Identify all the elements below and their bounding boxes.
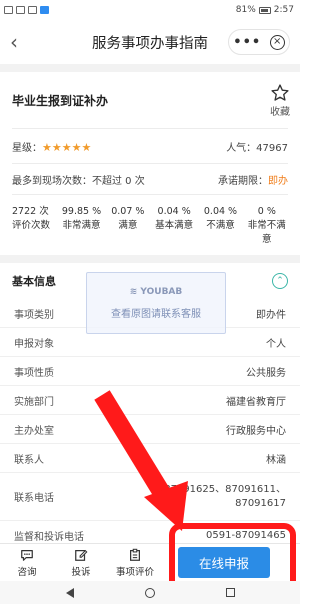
wifi-icon xyxy=(28,6,37,14)
close-icon[interactable]: × xyxy=(269,34,285,50)
stat-very-satisfied: 99.85 % 非常满意 xyxy=(61,206,102,231)
sim-icon xyxy=(4,6,13,14)
watermark-text: 查看原图请联系客服 xyxy=(111,308,201,320)
status-bar: 81% 2:57 xyxy=(0,0,300,20)
rating-row: 星级：★★★★★ 人气：47967 xyxy=(0,129,300,163)
collapse-toggle-icon[interactable]: ⌃ xyxy=(272,273,288,289)
recents-square-icon[interactable] xyxy=(225,588,235,597)
limits-row: 最多到现场次数：不超过 0 次 承诺期限：即办 xyxy=(0,164,300,194)
battery-percent: 81% xyxy=(235,5,256,15)
item-header: 毕业生报到证补办 收藏 xyxy=(0,72,300,128)
stat-eval-count: 2722 次评价次数 xyxy=(12,206,51,231)
watermark-logo: ≋ YOUBAB xyxy=(129,286,183,297)
stat-unsatisfied: 0.04 % 不满意 xyxy=(203,206,238,231)
basic-info-title: 基本信息 xyxy=(12,275,56,288)
system-nav-bar xyxy=(0,581,300,604)
online-apply-button[interactable]: 在线申报 xyxy=(178,547,270,578)
item-title: 毕业生报到证补办 xyxy=(12,93,109,108)
back-triangle-icon[interactable] xyxy=(65,587,74,598)
consult-button[interactable]: 咨询 xyxy=(0,548,54,578)
stat-basically-satisfied: 0.04 % 基本满意 xyxy=(155,206,194,231)
star-outline-icon xyxy=(271,83,289,101)
watermark: ≋ YOUBAB 查看原图请联系客服 xyxy=(86,272,226,334)
signal-icon xyxy=(16,6,25,14)
clipboard-icon xyxy=(130,548,140,561)
info-row-contact: 联系人 林涵 xyxy=(0,444,300,473)
satisfaction-stats: 2722 次评价次数 99.85 % 非常满意 0.07 % 满意 0.04 % 基本… xyxy=(0,195,300,255)
section-gap xyxy=(0,64,300,72)
chat-bubble-icon xyxy=(21,549,33,561)
promise-period: 承诺期限：即办 xyxy=(218,175,288,187)
home-circle-icon[interactable] xyxy=(144,587,155,598)
stat-satisfied: 0.07 % 满意 xyxy=(111,206,145,231)
star-icons: ★★★★★ xyxy=(42,140,92,154)
info-row-nature: 事项性质 公共服务 xyxy=(0,357,300,386)
back-button[interactable]: ‹ xyxy=(0,30,28,54)
collect-button[interactable]: 收藏 xyxy=(270,83,290,118)
info-row-phone: 联系电话 87091625、87091611、 87091617 xyxy=(0,473,300,521)
info-row-office: 主办处室 行政服务中心 xyxy=(0,415,300,444)
app-notification-icon xyxy=(40,6,49,14)
complain-button[interactable]: 投诉 xyxy=(54,548,108,578)
star-rating: 星级：★★★★★ xyxy=(12,139,91,154)
bottom-action-bar: 咨询 投诉 事项评价 在线申报 xyxy=(0,543,300,581)
battery-icon xyxy=(258,6,271,14)
miniprogram-capsule: ••• × xyxy=(228,29,290,55)
info-row-department: 实施部门 福建省教育厅 xyxy=(0,386,300,415)
more-icon[interactable]: ••• xyxy=(233,35,261,50)
max-visits: 最多到现场次数：不超过 0 次 xyxy=(12,175,145,187)
section-gap xyxy=(0,255,300,263)
stat-very-unsatisfied: 0 % 非常不满意 xyxy=(247,206,286,245)
nav-bar: ‹ 服务事项办事指南 ••• × xyxy=(0,20,300,64)
popularity: 人气：47967 xyxy=(226,142,288,154)
basic-info-list: 事项类别 即办件 申报对象 个人 事项性质 公共服务 实施部门 福建省教育厅 主办处室行… xyxy=(0,299,300,579)
status-icons-left xyxy=(4,6,49,14)
clock: 2:57 xyxy=(273,5,294,15)
collect-label: 收藏 xyxy=(270,106,290,118)
edit-icon xyxy=(75,549,88,561)
evaluate-button[interactable]: 事项评价 xyxy=(108,548,162,578)
status-icons-right: 81% 2:57 xyxy=(236,5,294,15)
star-label: 星级： xyxy=(12,142,42,154)
